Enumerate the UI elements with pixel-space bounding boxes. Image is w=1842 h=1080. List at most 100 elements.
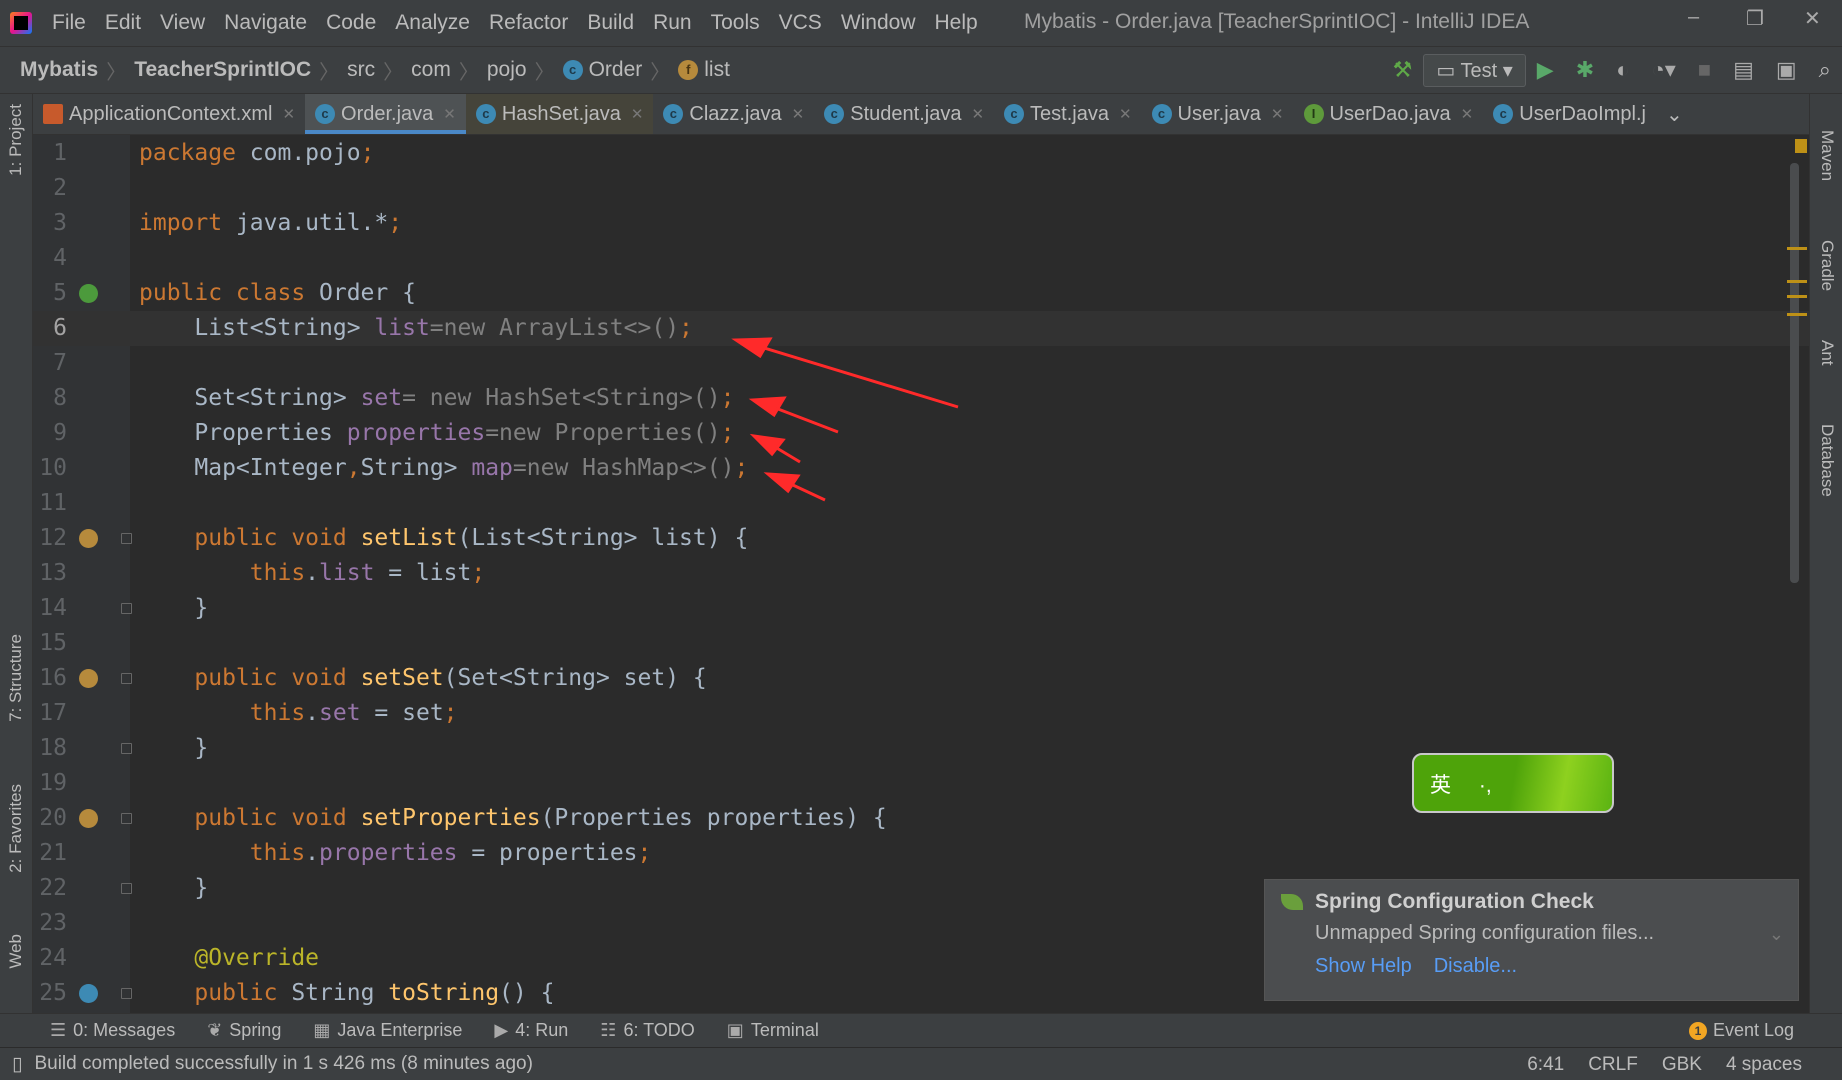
run-config-select[interactable]: ▭ Test ▾ (1423, 53, 1526, 87)
code-line[interactable]: 4 (33, 241, 1809, 276)
breadcrumb-item[interactable]: TeacherSprintIOC (134, 58, 311, 82)
tab-clazz-java[interactable]: c Clazz.java ✕ (653, 94, 814, 134)
code-line[interactable]: 17 this.set = set; (33, 696, 1809, 731)
code-line[interactable]: 21 this.properties = properties; (33, 836, 1809, 871)
tool-window--run[interactable]: ▶ 4: Run (494, 1020, 568, 1041)
code-line[interactable]: 5 public class Order { (33, 276, 1809, 311)
inspection-indicator-icon[interactable] (1795, 139, 1807, 153)
fold-marker-icon[interactable] (121, 603, 132, 615)
build-hammer-icon[interactable]: ⚒ (1393, 57, 1413, 83)
error-stripe-mark[interactable] (1787, 247, 1807, 250)
fold-marker-icon[interactable] (121, 813, 132, 825)
tool-structure[interactable]: 7: Structure (6, 634, 26, 722)
menu-window[interactable]: Window (841, 11, 916, 35)
editor-scrollbar[interactable] (1790, 163, 1799, 583)
code-line[interactable]: 12 public void setList(List<String> list… (33, 521, 1809, 556)
tool-project[interactable]: 1: Project (6, 104, 26, 176)
tab-test-java[interactable]: c Test.java ✕ (994, 94, 1142, 134)
restore-button[interactable]: ❐ (1746, 6, 1764, 31)
tab-hashset-java[interactable]: c HashSet.java ✕ (465, 94, 654, 134)
breadcrumb-item[interactable]: pojo (487, 58, 527, 82)
implements-icon[interactable] (79, 669, 98, 689)
close-tab-icon[interactable]: ✕ (443, 105, 456, 123)
indent-setting[interactable]: 4 spaces (1726, 1054, 1802, 1076)
coverage-icon[interactable]: ◐ (1616, 57, 1629, 83)
error-stripe-mark[interactable] (1787, 280, 1807, 283)
debug-icon[interactable]: ✱ (1576, 57, 1594, 83)
code-line[interactable]: 1 package com.pojo; (33, 136, 1809, 171)
fold-marker-icon[interactable] (121, 673, 132, 685)
stop-icon[interactable]: ■ (1698, 57, 1711, 83)
override-icon[interactable] (79, 984, 98, 1004)
code-line[interactable]: 2 (33, 171, 1809, 206)
close-tab-icon[interactable]: ✕ (1461, 105, 1474, 123)
show-help-link[interactable]: Show Help (1315, 955, 1412, 977)
close-button[interactable]: ✕ (1804, 6, 1821, 31)
code-line[interactable]: 3 import java.util.*; (33, 206, 1809, 241)
menu-edit[interactable]: Edit (105, 11, 141, 35)
status-message[interactable]: Build completed successfully in 1 s 426 … (34, 1053, 532, 1075)
code-line[interactable]: 6 List<String> list=new ArrayList<>(); (33, 311, 1809, 347)
fold-marker-icon[interactable] (121, 883, 132, 895)
error-stripe-mark[interactable] (1787, 295, 1807, 298)
tool-window--messages[interactable]: ☰ 0: Messages (50, 1020, 175, 1041)
tool-database[interactable]: Database (1817, 424, 1837, 497)
code-line[interactable]: 15 (33, 626, 1809, 661)
code-line[interactable]: 11 (33, 486, 1809, 521)
close-tab-icon[interactable]: ✕ (631, 105, 644, 123)
code-line[interactable]: 7 (33, 346, 1809, 381)
run-icon[interactable]: ▶ (1537, 57, 1554, 83)
fold-marker-icon[interactable] (121, 743, 132, 755)
breadcrumb-item[interactable]: c Order (562, 58, 642, 82)
menu-analyze[interactable]: Analyze (395, 11, 470, 35)
code-line[interactable]: 14 } (33, 591, 1809, 626)
menu-navigate[interactable]: Navigate (224, 11, 307, 35)
tab-userdao-java[interactable]: I UserDao.java ✕ (1294, 94, 1484, 134)
close-tab-icon[interactable]: ✕ (792, 105, 805, 123)
profile-icon[interactable]: ◔▾ (1651, 57, 1675, 83)
tool-maven[interactable]: Maven (1817, 130, 1837, 181)
breadcrumb-item[interactable]: com (411, 58, 451, 82)
tab-order-java[interactable]: c Order.java ✕ (305, 94, 466, 134)
tool-gradle[interactable]: Gradle (1817, 240, 1837, 291)
line-separator[interactable]: CRLF (1588, 1054, 1638, 1076)
breadcrumb-item[interactable]: f list (678, 58, 730, 82)
code-line[interactable]: 10 Map<Integer,String> map=new HashMap<>… (33, 451, 1809, 486)
tool-window-terminal[interactable]: ▣ Terminal (727, 1020, 819, 1041)
tab-applicationcontext-xml[interactable]: ApplicationContext.xml ✕ (33, 94, 305, 134)
implements-icon[interactable] (79, 529, 98, 549)
tab-list-chevron-icon[interactable]: ⌄ (1656, 94, 1693, 134)
presentation-icon[interactable]: ▣ (1776, 57, 1797, 83)
close-tab-icon[interactable]: ✕ (971, 105, 984, 123)
fold-marker-icon[interactable] (121, 988, 132, 1000)
caret-position[interactable]: 6:41 (1527, 1054, 1564, 1076)
search-icon[interactable]: ⌕ (1819, 57, 1831, 83)
disable-link[interactable]: Disable... (1434, 955, 1517, 977)
error-stripe-mark[interactable] (1787, 313, 1807, 316)
menu-run[interactable]: Run (653, 11, 692, 35)
chevron-down-icon[interactable]: ⌄ (1769, 924, 1784, 945)
close-tab-icon[interactable]: ✕ (282, 105, 295, 123)
project-structure-icon[interactable]: ▤ (1733, 57, 1754, 83)
tool-window--todo[interactable]: ☷ 6: TODO (600, 1020, 695, 1041)
tool-window-java-enterprise[interactable]: ▦ Java Enterprise (313, 1020, 462, 1041)
code-line[interactable]: 16 public void setSet(Set<String> set) { (33, 661, 1809, 696)
minimize-button[interactable]: – (1688, 6, 1699, 29)
code-line[interactable]: 13 this.list = list; (33, 556, 1809, 591)
close-tab-icon[interactable]: ✕ (1119, 105, 1132, 123)
menu-file[interactable]: File (52, 11, 86, 35)
breadcrumb-item[interactable]: src (347, 58, 375, 82)
close-tab-icon[interactable]: ✕ (1271, 105, 1284, 123)
menu-tools[interactable]: Tools (711, 11, 760, 35)
tool-window-spring[interactable]: ❦ Spring (207, 1020, 281, 1041)
code-line[interactable]: 8 Set<String> set= new HashSet<String>()… (33, 381, 1809, 416)
fold-marker-icon[interactable] (121, 533, 132, 545)
menu-code[interactable]: Code (326, 11, 376, 35)
menu-vcs[interactable]: VCS (779, 11, 822, 35)
menu-refactor[interactable]: Refactor (489, 11, 568, 35)
run-class-icon[interactable] (79, 284, 98, 304)
ime-indicator[interactable]: 英 ·, (1412, 753, 1614, 813)
event-log-button[interactable]: 1 Event Log (1688, 1020, 1794, 1041)
tool-favorites[interactable]: 2: Favorites (6, 784, 26, 873)
tab-user-java[interactable]: c User.java ✕ (1142, 94, 1294, 134)
